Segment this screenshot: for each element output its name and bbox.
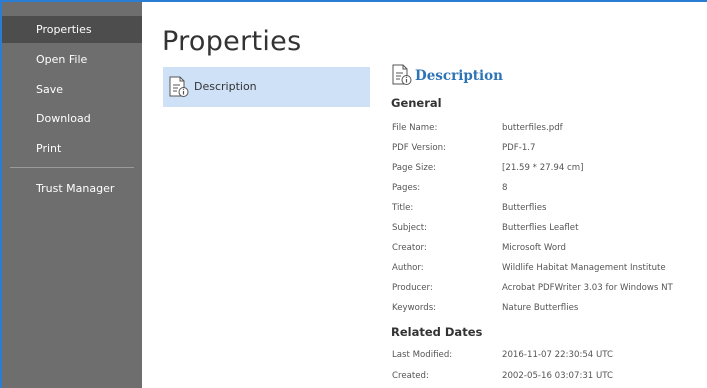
- related-dates-heading: Related Dates: [391, 325, 483, 339]
- property-row: Title: Butterflies: [392, 203, 702, 223]
- property-key: Subject:: [392, 223, 428, 233]
- property-key: Pages:: [392, 183, 421, 193]
- property-row: Pages: 8: [392, 183, 702, 203]
- nav-item-description[interactable]: Description: [163, 67, 370, 107]
- property-row: Producer: Acrobat PDFWriter 3.03 for Win…: [392, 283, 702, 303]
- property-row: File Name: butterfiles.pdf: [392, 123, 702, 143]
- property-row: Page Size: [21.59 * 27.94 cm]: [392, 163, 702, 183]
- date-value: 2016-11-07 22:30:54 UTC: [502, 350, 614, 360]
- property-key: File Name:: [392, 123, 438, 133]
- property-value: Wildlife Habitat Management Institute: [502, 263, 666, 273]
- general-heading: General: [391, 96, 442, 110]
- document-info-icon: [168, 76, 190, 102]
- property-value: Nature Butterflies: [502, 303, 579, 313]
- sidebar-item-download[interactable]: Download: [2, 105, 142, 132]
- property-row: Author: Wildlife Habitat Management Inst…: [392, 263, 702, 283]
- date-row: Last Modified: 2016-11-07 22:30:54 UTC: [392, 350, 702, 370]
- property-row: Creator: Microsoft Word: [392, 243, 702, 263]
- property-value: Microsoft Word: [502, 243, 566, 253]
- sidebar-item-print[interactable]: Print: [2, 135, 142, 162]
- date-value: 2002-05-16 03:07:31 UTC: [502, 371, 614, 381]
- property-value: PDF-1.7: [502, 143, 536, 153]
- nav-item-label: Description: [194, 80, 257, 93]
- property-row: Keywords: Nature Butterflies: [392, 303, 702, 323]
- property-key: Creator:: [392, 243, 427, 253]
- sidebar-item-properties[interactable]: Properties: [2, 16, 142, 43]
- property-value: Acrobat PDFWriter 3.03 for Windows NT: [502, 283, 673, 293]
- document-info-icon: [391, 64, 413, 90]
- date-key: Last Modified:: [392, 350, 453, 360]
- property-key: Title:: [392, 203, 414, 213]
- property-key: Author:: [392, 263, 424, 273]
- property-value: [21.59 * 27.94 cm]: [502, 163, 584, 173]
- property-row: PDF Version: PDF-1.7: [392, 143, 702, 163]
- date-row: Created: 2002-05-16 03:07:31 UTC: [392, 371, 702, 388]
- property-value: butterfiles.pdf: [502, 123, 563, 133]
- property-value: 8: [502, 183, 508, 193]
- sidebar-divider: [10, 167, 134, 168]
- details-title: Description: [415, 68, 503, 84]
- property-key: PDF Version:: [392, 143, 446, 153]
- property-key: Page Size:: [392, 163, 437, 173]
- property-value: Butterflies Leaflet: [502, 223, 579, 233]
- property-key: Keywords:: [392, 303, 437, 313]
- sidebar-item-open-file[interactable]: Open File: [2, 46, 142, 73]
- property-key: Producer:: [392, 283, 433, 293]
- sidebar-item-save[interactable]: Save: [2, 76, 142, 103]
- sidebar: Properties Open File Save Download Print…: [2, 2, 142, 388]
- property-value: Butterflies: [502, 203, 547, 213]
- property-row: Subject: Butterflies Leaflet: [392, 223, 702, 243]
- details-header: Description: [391, 64, 691, 88]
- page-title: Properties: [162, 26, 302, 57]
- sidebar-item-trust-manager[interactable]: Trust Manager: [2, 175, 142, 202]
- date-key: Created:: [392, 371, 429, 381]
